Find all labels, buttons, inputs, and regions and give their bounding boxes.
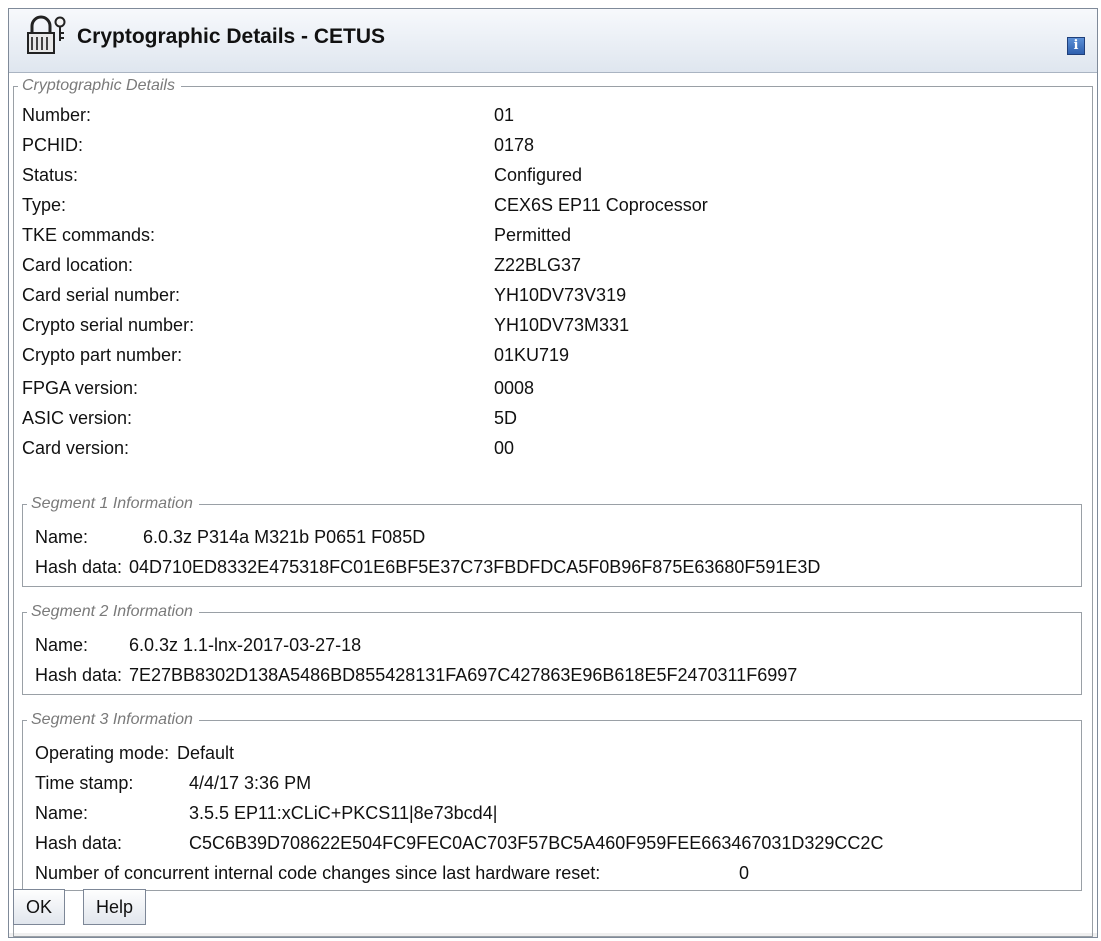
time-stamp-value: 4/4/17 3:36 PM: [189, 773, 312, 793]
detail-row: Crypto part number: 01KU719: [14, 345, 1092, 375]
help-button[interactable]: Help: [83, 889, 147, 925]
name-value: 6.0.3z P314a M321b P0651 F085D: [143, 527, 426, 547]
dialog-window: Cryptographic Details - CETUS i Cryptogr…: [8, 8, 1098, 938]
detail-row: Status: Configured: [14, 165, 1092, 195]
info-icon[interactable]: i: [1067, 37, 1085, 55]
segment-2-group: Segment 2 Information Name: 6.0.3z 1.1-l…: [22, 603, 1082, 695]
detail-value: 5D: [494, 408, 518, 428]
group-legend: Cryptographic Details: [22, 77, 175, 94]
name-value: 3.5.5 EP11:xCLiC+PKCS11|8e73bcd4|: [189, 803, 498, 823]
hash-value: 04D710ED8332E475318FC01E6BF5E37C73FBDFDC…: [129, 557, 821, 577]
operating-mode-label: Operating mode:: [35, 743, 170, 763]
detail-row: PCHID: 0178: [14, 135, 1092, 165]
operating-mode-value: Default: [177, 743, 235, 763]
detail-value: YH10DV73V319: [494, 285, 627, 305]
detail-row: Type: CEX6S EP11 Coprocessor: [14, 195, 1092, 225]
detail-row: Card location: Z22BLG37: [14, 255, 1092, 285]
detail-value: Permitted: [494, 225, 572, 245]
detail-label: Card serial number:: [22, 285, 181, 305]
dialog-content: Cryptographic Details Number: 01 PCHID: 017…: [9, 73, 1097, 937]
time-stamp-label: Time stamp:: [35, 773, 134, 793]
detail-row: FPGA version: 0008: [14, 378, 1092, 408]
detail-value: 01: [494, 105, 515, 125]
detail-label: TKE commands:: [22, 225, 156, 245]
hash-label: Hash data:: [35, 665, 123, 685]
cryptographic-details-group: Cryptographic Details Number: 01 PCHID: 017…: [13, 77, 1093, 937]
detail-value: 00: [494, 438, 515, 458]
detail-row: ASIC version: 5D: [14, 408, 1092, 438]
detail-label: PCHID:: [22, 135, 84, 155]
detail-label: FPGA version:: [22, 378, 139, 398]
hash-label: Hash data:: [35, 833, 123, 853]
dialog-title: Cryptographic Details - CETUS: [77, 25, 386, 48]
detail-value: CEX6S EP11 Coprocessor: [494, 195, 708, 215]
hash-label: Hash data:: [35, 557, 123, 577]
detail-value: Z22BLG37: [494, 255, 582, 275]
detail-label: Type:: [22, 195, 67, 215]
detail-label: Status:: [22, 165, 79, 185]
detail-value: 01KU719: [494, 345, 570, 365]
detail-value: 0008: [494, 378, 535, 398]
hash-value: 7E27BB8302D138A5486BD855428131FA697C4278…: [129, 665, 798, 685]
name-label: Name:: [35, 803, 89, 823]
detail-row: Card version: 00: [14, 438, 1092, 468]
segment-3-group: Segment 3 Information Operating mode: De…: [22, 711, 1082, 891]
name-value: 6.0.3z 1.1-lnx-2017-03-27-18: [129, 635, 362, 655]
segment-2-legend: Segment 2 Information: [31, 603, 193, 620]
detail-label: Number:: [22, 105, 92, 125]
hash-value: C5C6B39D708622E504FC9FEC0AC703F57BC5A460…: [189, 833, 884, 853]
name-label: Name:: [35, 527, 89, 547]
detail-value: YH10DV73M331: [494, 315, 630, 335]
detail-label: Crypto part number:: [22, 345, 183, 365]
code-changes-label: Number of concurrent internal code chang…: [35, 863, 601, 883]
segment-1-group: Segment 1 Information Name: 6.0.3z P314a…: [22, 495, 1082, 587]
detail-row: Number: 01: [14, 105, 1092, 135]
segment-3-legend: Segment 3 Information: [31, 711, 193, 728]
detail-row: Card serial number: YH10DV73V319: [14, 285, 1092, 315]
title-bar: Cryptographic Details - CETUS i: [9, 9, 1097, 73]
detail-label: Card version:: [22, 438, 130, 458]
code-changes-value: 0: [739, 863, 750, 883]
detail-label: Card location:: [22, 255, 134, 275]
padlock-key-icon: [27, 15, 66, 54]
ok-button[interactable]: OK: [13, 889, 66, 925]
detail-value: Configured: [494, 165, 583, 185]
detail-row: Crypto serial number: YH10DV73M331: [14, 315, 1092, 345]
segment-1-legend: Segment 1 Information: [31, 495, 193, 512]
name-label: Name:: [35, 635, 89, 655]
detail-value: 0178: [494, 135, 535, 155]
detail-label: ASIC version:: [22, 408, 133, 428]
detail-row: TKE commands: Permitted: [14, 225, 1092, 255]
detail-label: Crypto serial number:: [22, 315, 195, 335]
